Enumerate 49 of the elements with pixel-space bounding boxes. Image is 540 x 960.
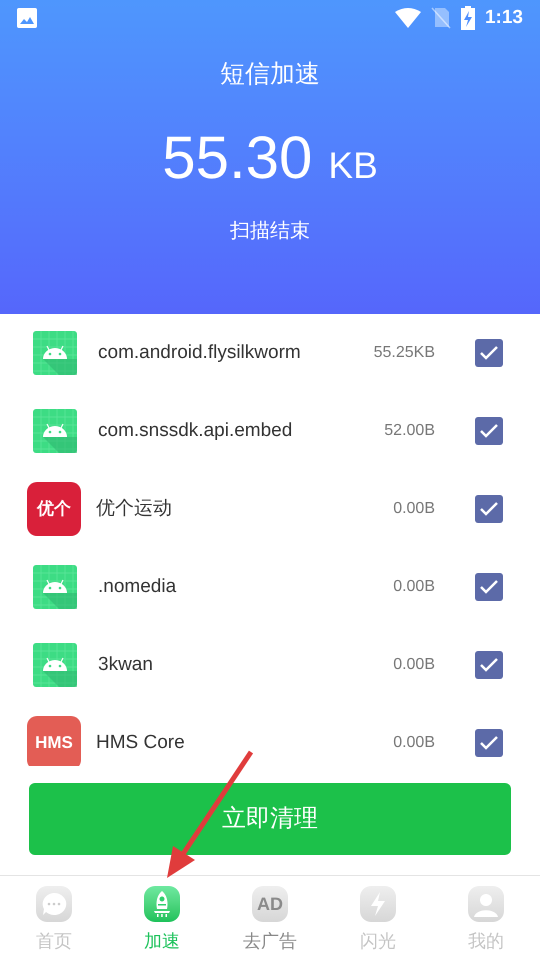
app-name: .nomedia [98,574,178,599]
battery-charging-icon [460,6,475,30]
nav-tab[interactable]: 我的 [432,876,540,960]
ad-icon: AD [257,890,283,918]
scan-status: 扫描结束 [230,218,310,244]
check-icon [479,501,499,517]
status-time: 1:13 [484,6,523,30]
android-app-icon [33,643,77,687]
app-name: 3kwan [98,652,154,677]
nav-tab[interactable]: 闪光 [324,876,432,960]
android-app-icon [33,331,77,375]
check-icon [479,657,499,673]
checkbox[interactable] [475,651,503,679]
app-logo: 优个 [27,482,81,536]
check-icon [479,735,499,751]
wifi-icon [394,8,421,28]
nav-tab[interactable]: AD 去广告 [216,876,324,960]
rocket-icon [151,890,173,918]
app-name: 优个运动 [96,496,173,521]
page-title: 短信加速 [220,59,320,90]
android-app-icon [33,565,77,609]
lightning-icon [369,891,387,917]
app-size: 55.25KB [374,343,435,363]
nav-tab[interactable]: 首页 [0,876,108,960]
app-name: com.android.flysilkworm [98,340,302,365]
app-name: HMS Core [96,730,186,755]
checkbox[interactable] [475,573,503,601]
app-logo: HMS [27,716,81,766]
check-icon [479,579,499,595]
clean-button[interactable]: 立即清理 [29,783,511,855]
checkbox[interactable] [475,417,503,445]
app-size: 52.00B [384,421,435,441]
checkbox[interactable] [475,339,503,367]
check-icon [479,345,499,361]
check-icon [479,423,499,439]
checkbox[interactable] [475,495,503,523]
app-name: com.snssdk.api.embed [98,418,294,443]
size-value: 55.30 [162,128,312,188]
no-sim-icon [430,7,451,29]
app-size: 0.00B [393,733,435,753]
nav-tab[interactable]: 加速 [108,876,216,960]
android-app-icon [33,409,77,453]
checkbox[interactable] [475,729,503,757]
app-size: 0.00B [393,655,435,675]
size-unit: KB [328,146,378,184]
app-size: 0.00B [393,499,435,519]
chat-icon [41,892,67,916]
app-size: 0.00B [393,577,435,597]
image-icon [17,8,37,28]
